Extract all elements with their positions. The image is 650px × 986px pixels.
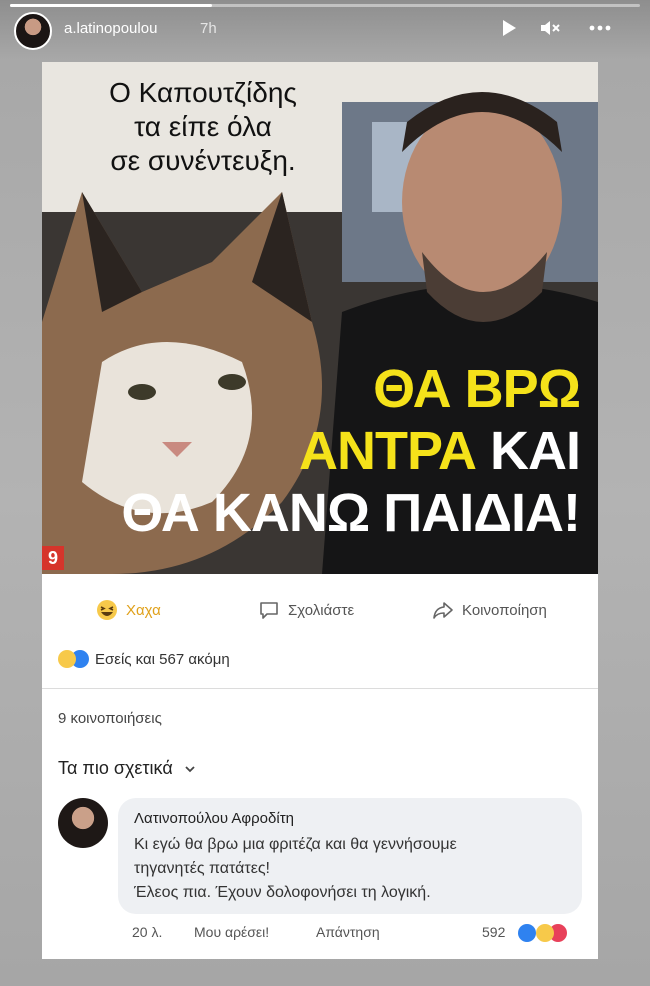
comment-time: 20 λ. [132,924,163,940]
story-progress-bar [10,4,640,7]
comment-text-line: Έλεος πια. Έχουν δολοφονήσει τη λογική. [134,884,431,901]
comment-like-button[interactable]: Μου αρέσει! [194,924,269,940]
reactions-summary[interactable]: Εσείς και 567 ακόμη [58,650,230,668]
headline-white-word: ΚΑΙ [476,421,581,481]
image-headline-big: ΘΑ ΒΡΩ ΑΝΤΡΑ ΚΑΙ ΘΑ ΚΑΝΩ ΠΑΙΔΙΑ! [121,358,581,544]
headline-small-line: σε συνέντευξη. [110,145,296,176]
channel-logo: 9 [42,546,64,570]
haha-button[interactable]: Χαχα [96,598,161,622]
headline-big-line: ΑΝΤΡΑ ΚΑΙ [121,420,581,482]
story-header: a.latinopoulou 7h [0,0,650,56]
play-icon[interactable] [496,16,520,40]
comment-reactions[interactable] [518,924,567,942]
comment-bubble: Λατινοπούλου Αφροδίτη Κι εγώ θα βρω μια … [118,798,582,914]
story-avatar[interactable] [14,12,52,50]
share-label: Κοινοποίηση [462,601,547,619]
comment-icon [260,602,278,619]
shares-count[interactable]: 9 κοινοποιήσεις [58,710,162,727]
more-icon[interactable] [588,16,612,40]
comment-reply-button[interactable]: Απάντηση [316,924,380,940]
comment-sort-dropdown[interactable]: Τα πιο σχετικά [58,758,197,779]
share-icon [433,602,453,619]
comment-text-line: τηγανητές πατάτες! [134,860,270,877]
headline-small-line: Ο Καπουτζίδης [109,77,297,108]
sort-label: Τα πιο σχετικά [58,758,173,778]
story-username[interactable]: a.latinopoulou [64,20,157,37]
headline-yellow-word: ΑΝΤΡΑ [299,421,477,481]
haha-icon [97,600,117,620]
haha-reaction-icon [58,650,76,668]
post-image[interactable]: Ο Καπουτζίδης τα είπε όλα σε συνέντευξη.… [42,62,598,574]
haha-label: Χαχα [126,601,161,619]
share-button[interactable]: Κοινοποίηση [432,598,547,622]
post-actions: Χαχα Σχολιάστε Κοινοποίηση [42,590,598,630]
comment-avatar[interactable] [58,798,108,848]
chevron-down-icon [185,765,195,772]
headline-big-line: ΘΑ ΚΑΝΩ ΠΑΙΔΙΑ! [121,483,581,543]
mute-icon[interactable] [538,16,562,40]
like-reaction-icon [518,924,536,942]
comment-author[interactable]: Λατινοπούλου Αφροδίτη [134,810,294,827]
comment-meta: 20 λ. Μου αρέσει! Απάντηση 592 [42,922,598,946]
reactions-text: Εσείς και 567 ακόμη [95,650,230,668]
divider [42,688,598,689]
haha-reaction-icon [536,924,554,942]
comment-button[interactable]: Σχολιάστε [258,598,354,622]
headline-big-line: ΘΑ ΒΡΩ [373,359,581,419]
story-time: 7h [200,20,217,37]
facebook-post-card: Ο Καπουτζίδης τα είπε όλα σε συνέντευξη.… [42,62,598,959]
image-headline-small: Ο Καπουτζίδης τα είπε όλα σε συνέντευξη. [88,76,318,178]
comment-text-line: Κι εγώ θα βρω μια φριτέζα και θα γεννήσο… [134,836,457,853]
story-progress-fill [10,4,212,7]
comment-reaction-count[interactable]: 592 [482,924,505,940]
headline-small-line: τα είπε όλα [134,111,272,142]
comment-label: Σχολιάστε [288,601,355,619]
